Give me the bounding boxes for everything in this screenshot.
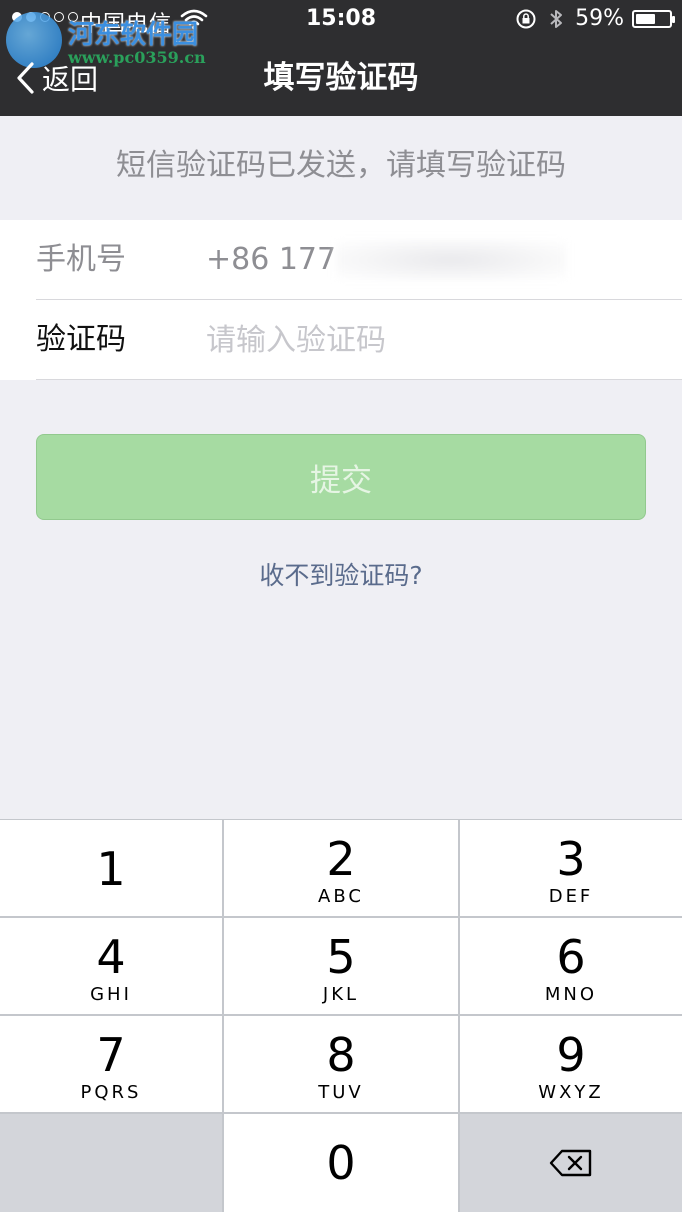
key-6[interactable]: 6 MNO: [460, 918, 682, 1014]
key-digit: 0: [326, 1136, 356, 1190]
key-digit: 7: [96, 1028, 126, 1082]
key-8[interactable]: 8 TUV: [224, 1016, 458, 1112]
key-letters: DEF: [548, 886, 594, 907]
verification-form: 手机号 +86 177 验证码: [0, 220, 682, 380]
key-letters: MNO: [544, 984, 598, 1005]
key-letters: TUV: [318, 1082, 364, 1103]
code-row: 验证码: [36, 300, 682, 380]
key-2[interactable]: 2 ABC: [224, 820, 458, 916]
key-digit: 4: [96, 930, 126, 984]
key-digit: 2: [326, 832, 356, 886]
header: 中国电信 15:08 59% 河东软件园 www.pc0359.cn 返回 填写…: [0, 0, 682, 116]
phone-label: 手机号: [36, 242, 126, 277]
phone-row: 手机号 +86 177: [36, 220, 682, 300]
key-blank: [0, 1114, 222, 1212]
row-divider: [36, 379, 682, 380]
bluetooth-icon: [550, 9, 563, 28]
battery-percent: 59%: [575, 6, 624, 31]
code-input[interactable]: [206, 318, 646, 362]
key-digit: 5: [326, 930, 356, 984]
code-label: 验证码: [36, 322, 126, 357]
phone-value: +86 177: [206, 242, 337, 277]
watermark-name: 河东软件园: [68, 20, 199, 50]
key-7[interactable]: 7 PQRS: [0, 1016, 222, 1112]
delete-key[interactable]: [460, 1114, 682, 1212]
key-digit: 3: [556, 832, 586, 886]
status-right: 59%: [515, 6, 675, 31]
backspace-icon: [549, 1149, 592, 1177]
sms-sent-message: 短信验证码已发送，请填写验证码: [116, 148, 566, 183]
key-digit: 1: [96, 842, 126, 896]
key-letters: GHI: [90, 984, 132, 1005]
key-letters: ABC: [318, 886, 364, 907]
key-digit: 9: [556, 1028, 586, 1082]
key-digit: 8: [326, 1028, 356, 1082]
battery-fill: [636, 13, 655, 24]
redacted-phone-digits: [336, 240, 566, 280]
submit-button[interactable]: 提交: [36, 434, 646, 520]
no-code-link[interactable]: 收不到验证码?: [0, 556, 682, 592]
key-0[interactable]: 0: [224, 1114, 458, 1212]
rotation-lock-icon: [516, 9, 536, 28]
key-9[interactable]: 9 WXYZ: [460, 1016, 682, 1112]
key-letters: WXYZ: [538, 1082, 604, 1103]
key-3[interactable]: 3 DEF: [460, 820, 682, 916]
battery-icon: [632, 9, 675, 28]
page-title: 填写验证码: [263, 60, 419, 96]
key-1[interactable]: 1: [0, 820, 222, 916]
key-5[interactable]: 5 JKL: [224, 918, 458, 1014]
key-letters: JKL: [322, 984, 360, 1005]
key-4[interactable]: 4 GHI: [0, 918, 222, 1014]
key-digit: 6: [556, 930, 586, 984]
numeric-keypad: 1 2 ABC 3 DEF 4 GHI 5 JKL 6 MNO 7 PQRS 8…: [0, 819, 682, 1212]
key-letters: PQRS: [80, 1082, 142, 1103]
